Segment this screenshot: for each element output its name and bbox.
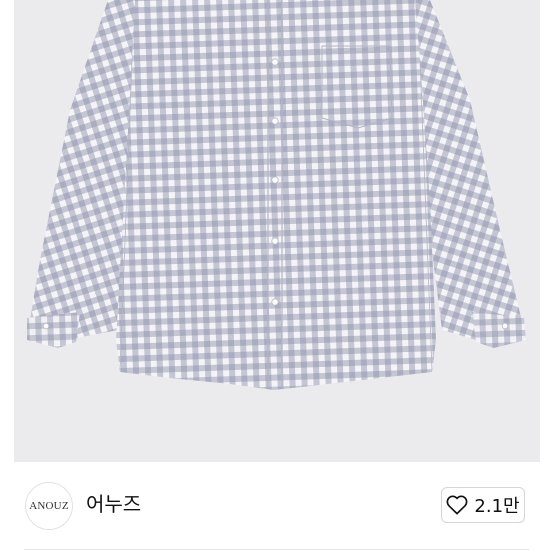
brand-logo[interactable]: ANOUZ — [25, 482, 73, 530]
heart-outline-icon — [446, 495, 468, 515]
brand-name[interactable]: 어누즈 — [86, 490, 141, 518]
shirt-image — [27, 0, 526, 390]
product-photo — [0, 0, 553, 462]
like-button[interactable]: 2.1만 — [441, 487, 525, 523]
like-count: 2.1만 — [474, 496, 520, 517]
brand-logo-text: ANOUZ — [29, 500, 69, 512]
divider — [24, 549, 529, 550]
